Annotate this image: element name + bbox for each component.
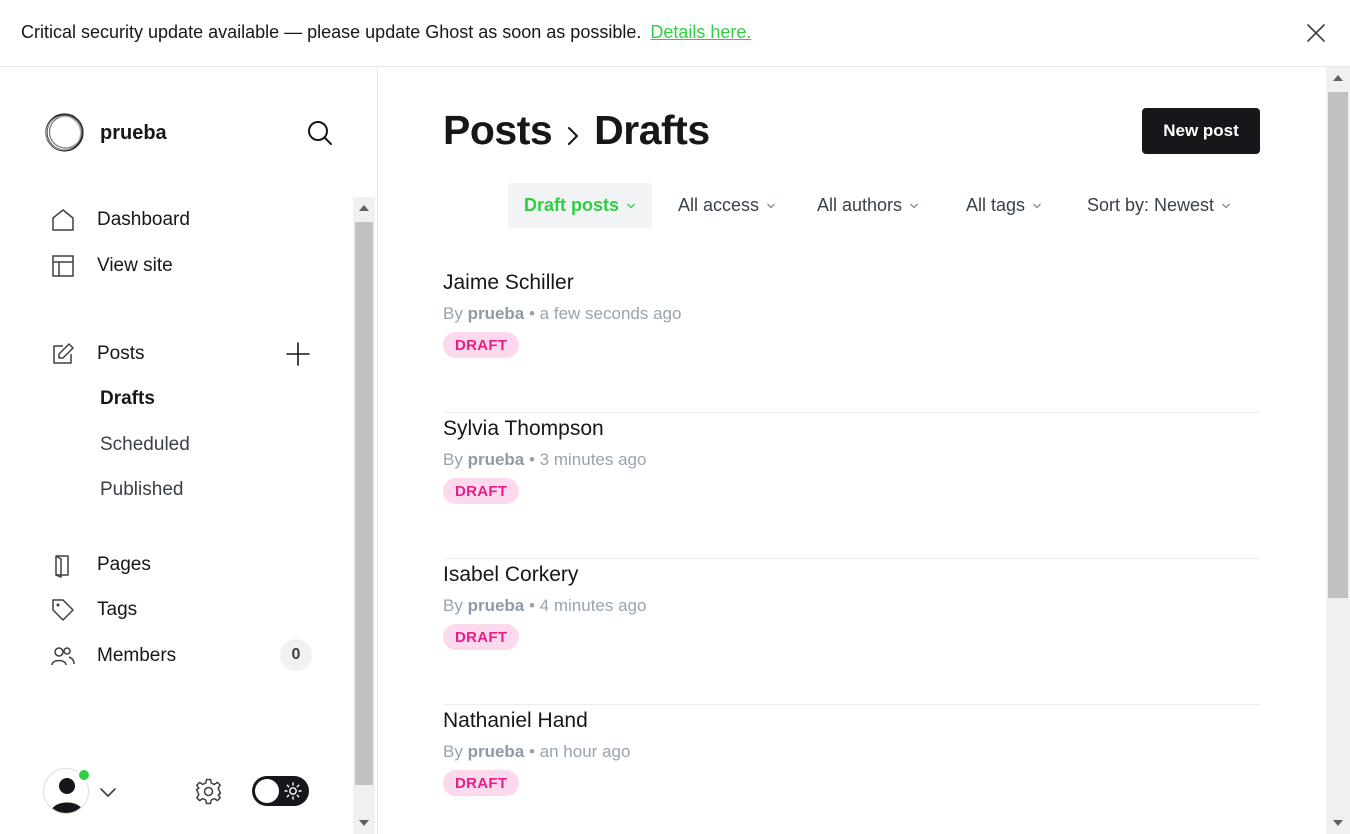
post-by: By — [443, 596, 463, 615]
post-list-item[interactable]: Jaime Schiller By prueba • a few seconds… — [443, 267, 1260, 413]
post-list-item[interactable]: Isabel Corkery By prueba • 4 minutes ago… — [443, 559, 1260, 705]
online-status-dot — [77, 768, 91, 782]
chevron-down-icon — [910, 203, 919, 208]
filter-all-access[interactable]: All access — [678, 183, 776, 228]
sidebar-scrollbar[interactable] — [353, 197, 375, 834]
chevron-right-icon — [568, 126, 579, 145]
post-title[interactable]: Nathaniel Hand — [443, 709, 588, 733]
post-list-item[interactable]: Sylvia Thompson By prueba • 3 minutes ag… — [443, 413, 1260, 559]
post-title[interactable]: Isabel Corkery — [443, 563, 578, 587]
post-time: • an hour ago — [529, 742, 631, 761]
filter-all-authors[interactable]: All authors — [817, 183, 919, 228]
scrollbar-thumb[interactable] — [355, 222, 373, 785]
post-author: prueba — [467, 304, 525, 323]
post-by: By — [443, 450, 463, 469]
scroll-down-arrow-icon[interactable] — [359, 820, 369, 826]
sidebar-item-label: Members — [97, 645, 177, 666]
sidebar-item-posts[interactable]: Posts — [50, 337, 320, 371]
post-title[interactable]: Jaime Schiller — [443, 271, 574, 295]
filter-label: All tags — [966, 195, 1026, 215]
edit-icon — [50, 341, 76, 367]
sidebar: prueba Dashboard View site Posts Drafts … — [0, 67, 378, 834]
status-badge: DRAFT — [443, 770, 520, 796]
members-icon — [50, 643, 76, 669]
post-by: By — [443, 742, 463, 761]
post-meta: By prueba • a few seconds ago — [443, 304, 681, 324]
post-list-item[interactable]: Nathaniel Hand By prueba • an hour ago D… — [443, 705, 1260, 834]
filter-label: Draft posts — [524, 195, 620, 215]
sidebar-item-label: Posts — [97, 343, 145, 364]
main-scrollbar[interactable] — [1326, 67, 1350, 834]
post-title[interactable]: Sylvia Thompson — [443, 417, 604, 441]
filter-all-tags[interactable]: All tags — [966, 183, 1042, 228]
dark-mode-toggle[interactable] — [252, 776, 309, 806]
filter-draft-posts[interactable]: Draft posts — [508, 183, 653, 228]
post-time: • 3 minutes ago — [529, 450, 647, 469]
banner-text: Critical security update available — ple… — [21, 22, 751, 43]
sidebar-item-label: Pages — [97, 554, 151, 575]
chevron-down-icon — [767, 203, 775, 208]
sidebar-item-view-site[interactable]: View site — [50, 249, 320, 283]
site-logo-icon[interactable] — [44, 112, 85, 153]
gear-icon[interactable] — [194, 777, 223, 806]
chevron-down-icon — [627, 203, 635, 208]
sidebar-item-label: Dashboard — [97, 209, 190, 230]
post-author: prueba — [467, 596, 525, 615]
banner-details-link[interactable]: Details here. — [650, 22, 751, 42]
new-post-button[interactable]: New post — [1142, 108, 1260, 154]
post-time: • 4 minutes ago — [529, 596, 647, 615]
page-title: Drafts — [594, 107, 710, 153]
post-author: prueba — [467, 742, 525, 761]
sidebar-subitem-drafts[interactable]: Drafts — [100, 388, 155, 410]
breadcrumb-posts-link[interactable]: Posts — [443, 107, 553, 154]
search-icon[interactable] — [306, 119, 334, 147]
tag-icon — [50, 597, 76, 623]
chevron-down-icon[interactable] — [99, 783, 117, 801]
sidebar-subitem-published[interactable]: Published — [100, 479, 183, 501]
post-meta: By prueba • 4 minutes ago — [443, 596, 646, 616]
filter-sort-by[interactable]: Sort by: Newest — [1087, 183, 1231, 228]
chevron-down-icon — [1033, 203, 1041, 208]
filter-label: All authors — [817, 195, 903, 215]
scrollbar-thumb[interactable] — [1328, 92, 1348, 598]
sun-icon — [284, 782, 302, 800]
toggle-knob — [255, 779, 279, 803]
sidebar-item-label: View site — [97, 255, 173, 276]
sidebar-item-dashboard[interactable]: Dashboard — [50, 203, 320, 237]
sidebar-item-pages[interactable]: Pages — [50, 548, 320, 582]
status-badge: DRAFT — [443, 624, 520, 650]
banner-message: Critical security update available — ple… — [21, 22, 642, 42]
post-meta: By prueba • 3 minutes ago — [443, 450, 646, 470]
page-icon — [50, 552, 76, 578]
post-by: By — [443, 304, 463, 323]
scroll-up-arrow-icon[interactable] — [1333, 75, 1343, 81]
layout-icon — [50, 253, 76, 279]
post-time: • a few seconds ago — [529, 304, 682, 323]
sidebar-subitem-scheduled[interactable]: Scheduled — [100, 434, 190, 456]
members-count-badge: 0 — [280, 639, 312, 671]
post-meta: By prueba • an hour ago — [443, 742, 630, 762]
status-badge: DRAFT — [443, 332, 520, 358]
chevron-down-icon — [1222, 203, 1231, 208]
breadcrumb: Posts Drafts — [443, 107, 710, 154]
sidebar-item-tags[interactable]: Tags — [50, 593, 320, 627]
site-name[interactable]: prueba — [100, 122, 167, 145]
sidebar-item-label: Tags — [97, 599, 138, 620]
close-icon[interactable] — [1304, 21, 1328, 45]
status-badge: DRAFT — [443, 478, 520, 504]
scroll-up-arrow-icon[interactable] — [359, 205, 369, 211]
main-content: Posts Drafts New post Draft posts All ac… — [378, 67, 1326, 834]
post-author: prueba — [467, 450, 525, 469]
scroll-down-arrow-icon[interactable] — [1333, 820, 1343, 826]
plus-icon[interactable] — [285, 341, 311, 367]
filter-label: Sort by: Newest — [1087, 195, 1215, 215]
filter-label: All access — [678, 195, 760, 215]
home-icon — [50, 207, 76, 233]
update-banner: Critical security update available — ple… — [0, 0, 1350, 67]
